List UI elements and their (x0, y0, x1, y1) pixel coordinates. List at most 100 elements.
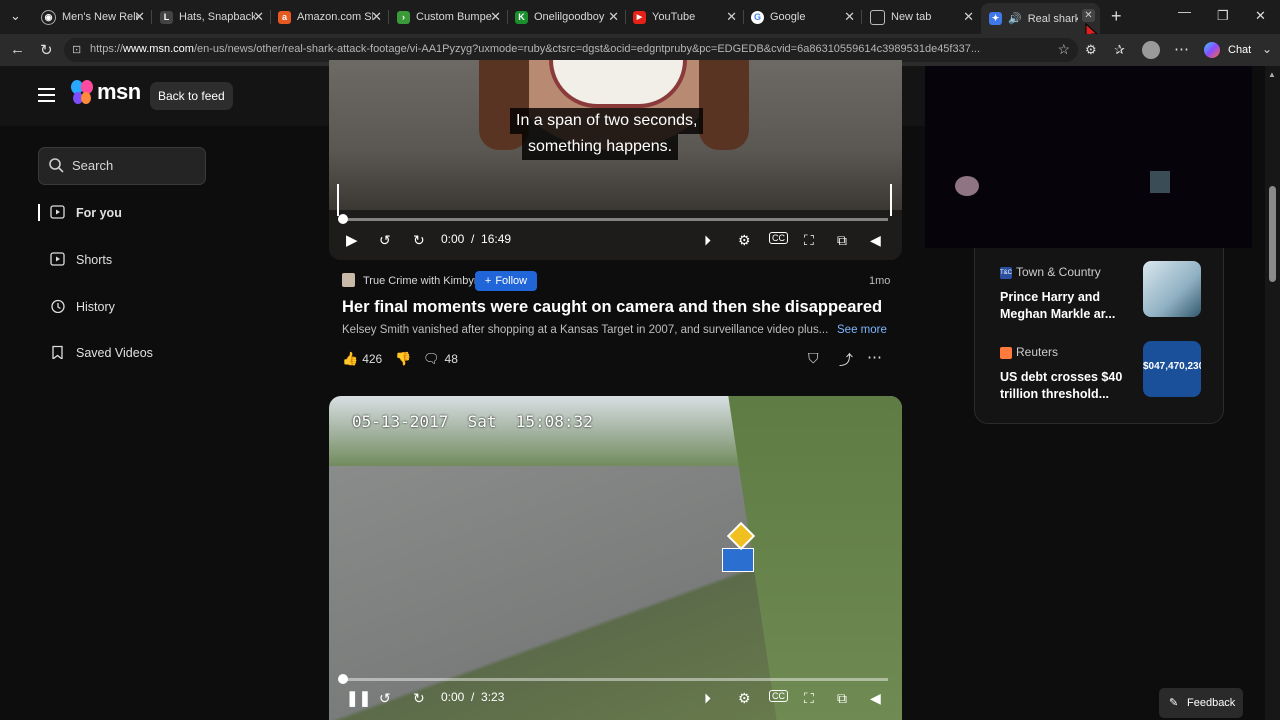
see-more-link[interactable]: See more (837, 324, 887, 336)
tab-title: Custom Bumper (416, 11, 492, 23)
tab-title: Amazon.com Sh (297, 11, 373, 23)
thumbs-up-icon: 👍 (342, 351, 359, 366)
tab-4[interactable]: › Custom Bumper ✕ (389, 3, 507, 31)
address-bar[interactable]: ⊡ https://www.msn.com/en-us/news/other/r… (64, 38, 1078, 62)
search-input[interactable]: Search (38, 147, 206, 185)
settings-gear-icon[interactable]: ⚙ (738, 690, 751, 707)
close-icon[interactable]: ✕ (371, 9, 382, 25)
close-icon[interactable]: ✕ (608, 9, 619, 25)
pause-icon[interactable]: ❚❚ (346, 689, 371, 707)
tab-favicon: ◉ (41, 9, 56, 25)
rail-source[interactable]: Reuters (1016, 345, 1058, 359)
progress-handle[interactable] (338, 674, 348, 684)
thumbnail-text: $047,470,230 (1143, 361, 1201, 372)
captions-cc-icon[interactable]: CC (769, 232, 788, 244)
forward-10-icon[interactable]: ↻ (413, 690, 425, 707)
autoplay-icon[interactable]: ⏵ (704, 232, 711, 249)
chat-label[interactable]: Chat (1228, 44, 1251, 56)
comments-button[interactable]: 🗨 48 (423, 351, 458, 367)
back-arrow-icon[interactable]: ← (10, 41, 25, 58)
refresh-icon[interactable]: ↻ (40, 41, 53, 59)
picture-in-picture-icon[interactable]: ⧉ (837, 690, 847, 707)
tab-7[interactable]: G Google ✕ (743, 3, 861, 31)
close-icon[interactable]: ✕ (844, 9, 855, 25)
reuters-logo-icon (1000, 347, 1012, 359)
video-player-2[interactable]: 05-13-2017 Sat 15:08:32 ❚❚ ↺ ↻ 0:00 / 3:… (329, 396, 902, 720)
tab-2[interactable]: L Hats, Snapback ✕ (152, 3, 270, 31)
back-to-feed-button[interactable]: Back to feed (150, 82, 233, 110)
like-button[interactable]: 👍 426 (342, 351, 382, 367)
comment-icon: 🗨 (423, 351, 440, 366)
rail-title[interactable]: Prince Harry and Meghan Markle ar... (1000, 289, 1128, 323)
site-info-icon[interactable]: ⊡ (72, 43, 81, 56)
progress-handle[interactable] (338, 214, 348, 224)
volume-icon[interactable]: ◀ (870, 232, 881, 249)
video-player-1[interactable]: In a span of two seconds, something happ… (329, 60, 902, 260)
rewind-10-icon[interactable]: ↺ (379, 232, 391, 249)
article-title[interactable]: Her final moments were caught on camera … (342, 298, 882, 317)
share-icon[interactable]: ⤴ (839, 350, 853, 370)
picture-in-picture-window[interactable] (925, 66, 1252, 248)
rail-source[interactable]: Town & Country (1016, 265, 1101, 279)
bookmark-icon[interactable]: ⛉ (808, 350, 819, 367)
extension-icon[interactable]: ⚙ (1085, 42, 1097, 58)
close-icon[interactable]: ✕ (134, 9, 145, 25)
time-display: 0:00 / 16:49 (441, 232, 512, 246)
source-name[interactable]: True Crime with Kimbyr (363, 275, 478, 287)
profile-avatar[interactable] (1142, 41, 1160, 59)
restore-icon[interactable]: ❐ (1217, 8, 1229, 24)
close-icon[interactable]: ✕ (963, 9, 974, 25)
rail-thumbnail[interactable] (1143, 261, 1201, 317)
fullscreen-icon[interactable]: ⛶ (804, 690, 814, 707)
thumbs-down-icon[interactable]: 👎 (395, 351, 411, 367)
minimize-icon[interactable]: — (1178, 4, 1191, 19)
progress-bar[interactable] (338, 214, 888, 224)
caption-line-2: something happens. (522, 134, 679, 160)
close-icon[interactable]: ✕ (726, 9, 737, 25)
scroll-up-icon[interactable]: ▲ (1268, 70, 1276, 79)
scrollbar-thumb[interactable] (1269, 186, 1276, 282)
follow-button[interactable]: + Follow (475, 271, 537, 291)
rewind-10-icon[interactable]: ↺ (379, 690, 391, 707)
msn-logo[interactable]: msn (70, 79, 141, 105)
new-tab-plus-icon[interactable]: + (1111, 6, 1122, 27)
rail-title[interactable]: US debt crosses $40 trillion threshold..… (1000, 369, 1128, 403)
volume-icon[interactable]: ◀ (870, 690, 881, 707)
autoplay-icon[interactable]: ⏵ (704, 690, 711, 707)
feedback-button[interactable]: ✎ Feedback (1159, 688, 1243, 718)
settings-gear-icon[interactable]: ⚙ (738, 232, 751, 249)
tab-favicon: a (278, 10, 291, 24)
tab-active[interactable]: ✦ 🔊 Real shark ✕ (981, 3, 1100, 34)
article-age: 1mo (869, 275, 891, 287)
forward-10-icon[interactable]: ↻ (413, 232, 425, 249)
rail-thumbnail[interactable]: $047,470,230 (1143, 341, 1201, 397)
close-icon[interactable]: ✕ (253, 9, 264, 25)
more-options-icon[interactable]: ⋯ (867, 348, 882, 366)
play-icon[interactable]: ▶ (346, 231, 358, 249)
chevron-down-icon[interactable]: ⌄ (1262, 42, 1272, 56)
source-avatar[interactable] (342, 273, 355, 287)
hamburger-icon[interactable] (38, 88, 55, 102)
close-window-icon[interactable]: ✕ (1255, 8, 1266, 24)
close-icon[interactable]: ✕ (1082, 9, 1095, 22)
close-icon[interactable]: ✕ (490, 9, 501, 25)
tab-5[interactable]: K Onelilgoodboy ✕ (507, 3, 625, 31)
video-controls: ❚❚ ↺ ↻ 0:00 / 3:23 ⏵ ⚙ CC ⛶ ⧉ ◀ (329, 686, 902, 710)
picture-in-picture-icon[interactable]: ⧉ (837, 232, 847, 249)
tab-list-chevron-icon[interactable]: ⌄ (10, 8, 21, 24)
scrollbar[interactable]: ▲ (1265, 66, 1280, 720)
tab-1[interactable]: ◉ Men's New Rele ✕ (33, 3, 151, 31)
favorite-star-icon[interactable]: ☆ (1057, 41, 1070, 58)
fullscreen-icon[interactable]: ⛶ (804, 232, 814, 249)
speaker-icon[interactable]: 🔊 (1008, 12, 1022, 25)
video-controls: ▶ ↺ ↻ 0:00 / 16:49 ⏵ ⚙ CC ⛶ ⧉ ◀ (329, 228, 902, 252)
tab-8[interactable]: New tab ✕ (862, 3, 980, 31)
copilot-icon[interactable] (1204, 42, 1220, 58)
tab-6[interactable]: ▶ YouTube ✕ (625, 3, 743, 31)
progress-bar[interactable] (338, 674, 888, 684)
captions-cc-icon[interactable]: CC (769, 690, 788, 702)
video-frame-hair (699, 60, 749, 150)
more-menu-icon[interactable]: ⋯ (1174, 40, 1189, 58)
favorites-icon[interactable]: ✰ (1114, 42, 1125, 58)
tab-3[interactable]: a Amazon.com Sh ✕ (270, 3, 388, 31)
